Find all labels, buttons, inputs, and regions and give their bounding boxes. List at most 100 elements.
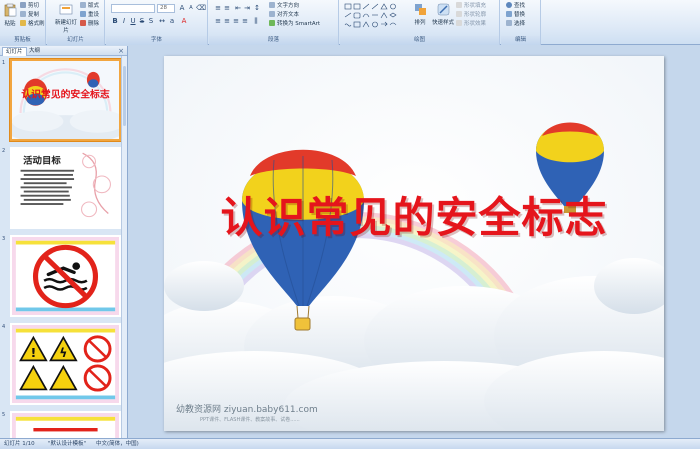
current-slide[interactable]: 认识常见的安全标志 幼教资源网 ziyuan.baby611.com PPT课件…	[164, 56, 664, 431]
theme-name[interactable]: "默认设计模板"	[48, 439, 86, 449]
replace-button[interactable]: 替换	[506, 11, 525, 19]
slides-group-label: 幻灯片	[47, 36, 104, 45]
strikethrough-icon[interactable]: S	[138, 17, 146, 25]
thumb-5-image	[12, 413, 119, 438]
delete-label: 删除	[88, 21, 100, 27]
align-center-icon[interactable]: ≡	[223, 17, 231, 25]
slide-thumbnail-5[interactable]	[10, 411, 121, 438]
line-spacing-icon[interactable]: ↕	[253, 4, 261, 12]
format-painter-button[interactable]: 格式刷	[20, 20, 45, 28]
paragraph-group: ≡ ≡ ⇤ ⇥ ↕ ≡ ≡ ≡ ≡ ⫼ 文字方向 对齐文本 转换为 SmartA…	[209, 0, 339, 45]
outline-pen-icon	[456, 11, 462, 17]
shape-outline-button[interactable]: 形状轮廓	[456, 11, 486, 19]
cursor-icon	[506, 20, 512, 26]
drawing-group: 排列 快速样式 形状填充 形状轮廓 形状效果 绘图	[340, 0, 500, 45]
align-left-icon[interactable]: ≡	[214, 17, 222, 25]
delete-button[interactable]: 删除	[80, 20, 99, 28]
align-right-icon[interactable]: ≡	[232, 17, 240, 25]
align-text-icon	[269, 11, 275, 17]
thumb-2-title: 活动目标	[23, 155, 61, 167]
new-slide-button[interactable]: 新建幻灯片	[55, 3, 77, 34]
copy-button[interactable]: 复制	[20, 11, 39, 19]
copy-icon	[20, 11, 26, 17]
shape-fill-button[interactable]: 形状填充	[456, 2, 486, 10]
select-button[interactable]: 选择	[506, 20, 525, 28]
format-painter-label: 格式刷	[28, 21, 45, 27]
slide-editor: 认识常见的安全标志 幼教资源网 ziyuan.baby611.com PPT课件…	[129, 46, 700, 438]
editing-group-label: 编辑	[501, 36, 540, 45]
tab-slides[interactable]: 幻灯片	[2, 47, 27, 56]
slide-title[interactable]: 认识常见的安全标志	[164, 184, 664, 245]
shrink-font-icon[interactable]: A	[187, 4, 195, 12]
cut-button[interactable]: 剪切	[20, 2, 39, 10]
reset-icon	[80, 11, 86, 17]
font-group-label: 字体	[106, 36, 207, 45]
replace-label: 替换	[514, 12, 526, 18]
thumb-number: 2	[2, 148, 6, 154]
shadow-icon[interactable]: S	[147, 17, 155, 25]
font-name-combo[interactable]	[111, 4, 155, 13]
increase-indent-icon[interactable]: ⇥	[243, 4, 251, 12]
change-case-icon[interactable]: a	[168, 17, 176, 25]
slide-thumbnail-2[interactable]: 活动目标	[10, 147, 121, 229]
thumb-2-image: 活动目标	[12, 149, 119, 227]
paste-button[interactable]: 粘贴	[2, 3, 18, 27]
align-text-button[interactable]: 对齐文本	[269, 11, 299, 19]
thumb-3-image	[12, 237, 119, 315]
justify-icon[interactable]: ≡	[241, 17, 249, 25]
numbering-icon[interactable]: ≡	[223, 4, 231, 12]
format-painter-icon	[20, 20, 26, 26]
smartart-icon	[269, 20, 275, 26]
svg-text:ϟ: ϟ	[59, 346, 67, 360]
bold-icon[interactable]: B	[111, 17, 119, 25]
reset-button[interactable]: 重设	[80, 11, 99, 19]
slide-thumbnail-4[interactable]: ! ϟ	[10, 323, 121, 405]
thumb-4-image: ! ϟ	[12, 325, 119, 403]
status-bar: 幻灯片 1/10 "默认设计模板" 中文(简体，中国)	[0, 438, 700, 449]
text-direction-button[interactable]: 文字方向	[269, 2, 299, 10]
slides-group: 新建幻灯片 版式 重设 删除 幻灯片	[47, 0, 105, 45]
slide-thumbnail-1[interactable]: 认识常见的安全标志	[10, 59, 121, 141]
thumb-number: 1	[2, 60, 6, 66]
copy-label: 复制	[28, 12, 40, 18]
grow-font-icon[interactable]: A	[178, 4, 186, 12]
ribbon: 粘贴 剪切 复制 格式刷 剪贴板 新建幻灯片 版式 重设 删除 幻灯片 28 A…	[0, 0, 700, 45]
tab-outline[interactable]: 大纲	[26, 47, 43, 56]
smartart-label: 转换为 SmartArt	[277, 21, 321, 27]
cut-label: 剪切	[28, 3, 40, 9]
clear-format-icon[interactable]: ⌫	[196, 4, 206, 12]
close-icon[interactable]: ×	[118, 46, 124, 56]
font-color-icon[interactable]: A	[180, 17, 188, 25]
decrease-indent-icon[interactable]: ⇤	[234, 4, 242, 12]
font-size-combo[interactable]: 28	[157, 4, 175, 13]
quick-styles-icon	[437, 3, 449, 16]
shape-effects-button[interactable]: 形状效果	[456, 20, 486, 28]
layout-button[interactable]: 版式	[80, 2, 99, 10]
shapes-gallery[interactable]	[344, 3, 404, 31]
new-slide-label: 新建幻灯片	[55, 20, 78, 34]
slides-panel: 幻灯片 大纲 × 1 认识常见的安全标志 2 活动目标 3 4 ! ϟ 5	[0, 46, 128, 438]
quick-styles-button[interactable]: 快速样式	[432, 3, 454, 26]
arrange-button[interactable]: 排列	[410, 3, 430, 26]
language-status[interactable]: 中文(简体，中国)	[96, 439, 139, 449]
bullets-icon[interactable]: ≡	[214, 4, 222, 12]
columns-icon[interactable]: ⫼	[252, 17, 260, 25]
smartart-button[interactable]: 转换为 SmartArt	[269, 20, 320, 28]
new-slide-icon	[59, 4, 73, 15]
align-text-label: 对齐文本	[277, 12, 300, 18]
shape-fill-label: 形状填充	[464, 3, 487, 9]
text-direction-label: 文字方向	[277, 3, 300, 9]
scrollbar-thumb[interactable]	[123, 66, 126, 126]
underline-icon[interactable]: U	[129, 17, 137, 25]
char-spacing-icon[interactable]: ↔	[158, 17, 166, 25]
select-label: 选择	[514, 21, 526, 27]
slide-thumbnail-3[interactable]	[10, 235, 121, 317]
effects-icon	[456, 20, 462, 26]
paste-label: 粘贴	[4, 21, 16, 27]
text-direction-icon	[269, 2, 275, 8]
watermark-subtitle: PPT课件、FLASH课件、教案故事、试卷......	[200, 417, 300, 423]
paste-icon	[4, 3, 16, 17]
italic-icon[interactable]: I	[120, 17, 128, 25]
panel-scrollbar[interactable]	[121, 56, 127, 438]
find-button[interactable]: 查找	[506, 2, 525, 10]
